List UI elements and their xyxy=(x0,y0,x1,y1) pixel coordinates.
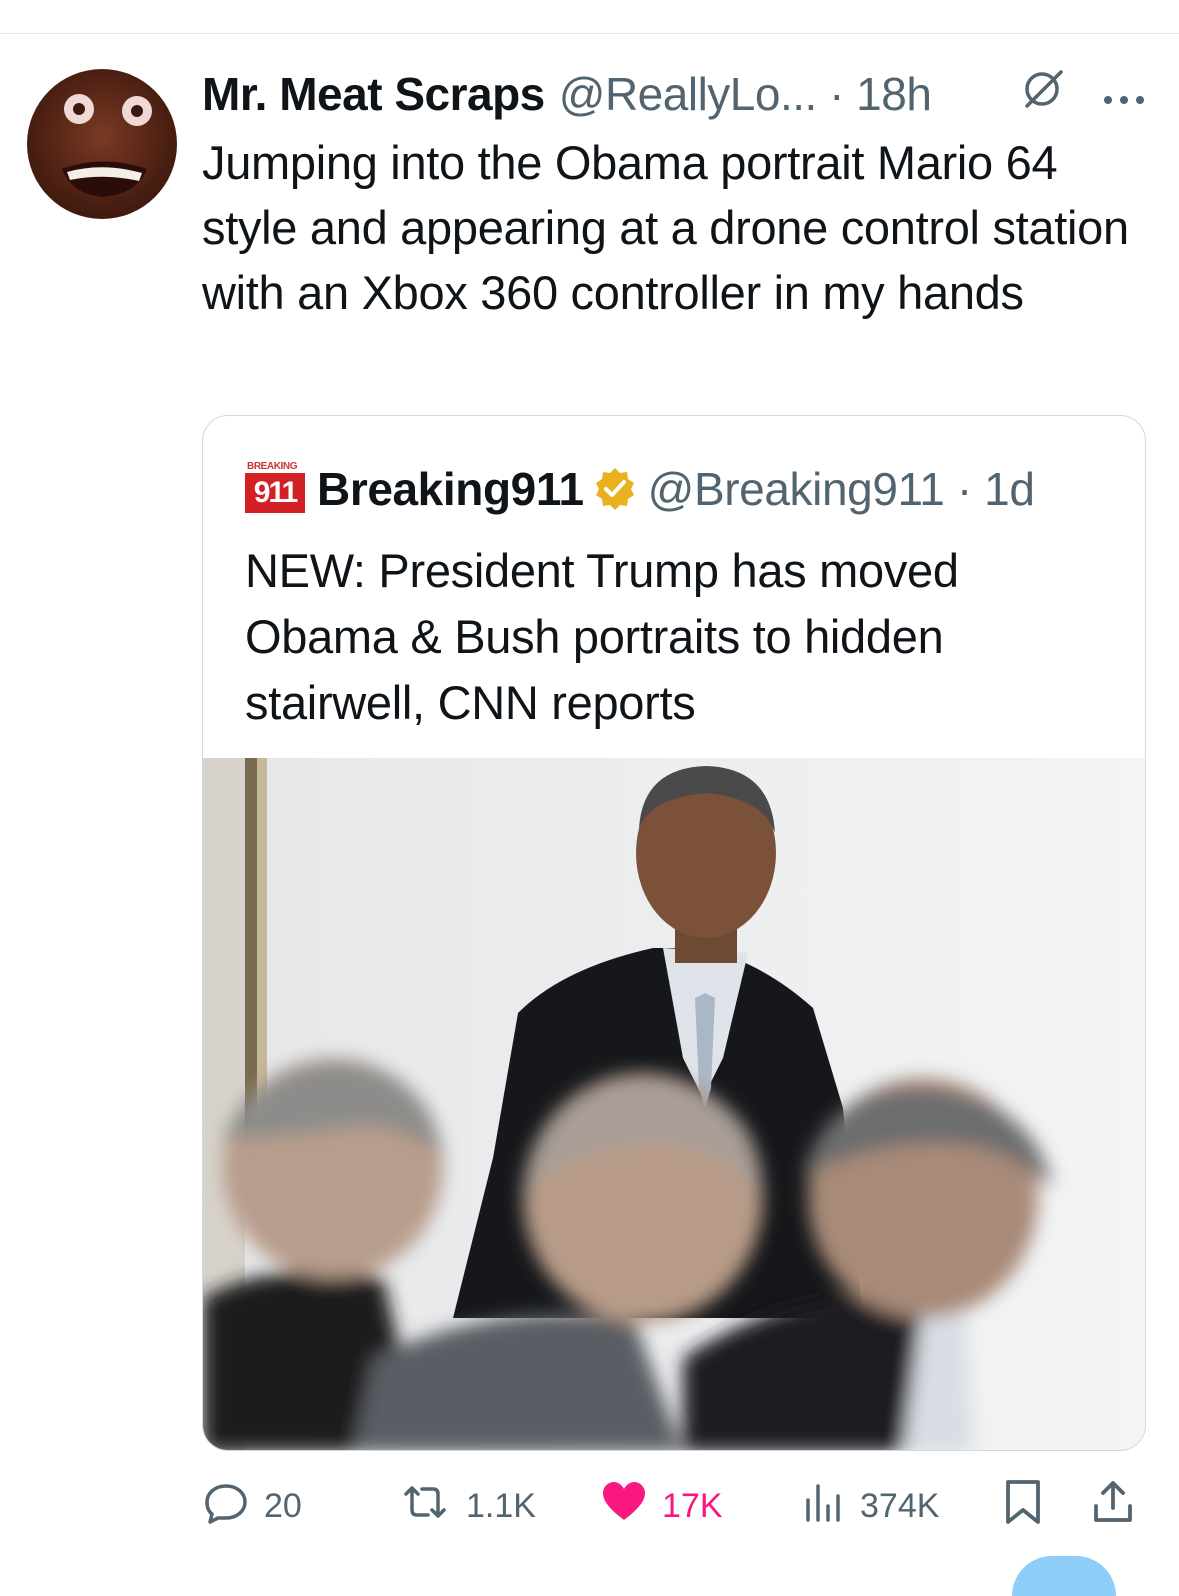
quote-author-handle-time[interactable]: @Breaking911 · 1d xyxy=(648,462,1035,516)
reply-icon xyxy=(202,1478,250,1535)
repost-button[interactable]: 1.1K xyxy=(398,1478,536,1534)
repost-icon xyxy=(398,1478,452,1535)
floating-compose-button[interactable] xyxy=(1012,1556,1116,1596)
author-avatar[interactable] xyxy=(27,69,177,219)
like-count: 17K xyxy=(662,1486,723,1525)
bookmark-icon xyxy=(1002,1478,1044,1535)
tweet-actions-bar: 20 1.1K 17K 374K xyxy=(202,1478,1147,1534)
more-icon[interactable] xyxy=(1101,67,1147,121)
views-button[interactable]: 374K xyxy=(802,1478,939,1534)
tweet-text: Jumping into the Obama portrait Mario 64… xyxy=(202,136,1129,319)
tweet-header: Mr. Meat Scraps @ReallyLo... · 18h xyxy=(202,64,1147,124)
share-icon xyxy=(1090,1478,1136,1535)
author-handle-time[interactable]: @ReallyLo... · 18h xyxy=(559,67,932,121)
verified-badge-icon xyxy=(592,466,638,512)
grok-icon[interactable] xyxy=(1021,66,1067,123)
views-icon xyxy=(802,1478,846,1535)
quote-photo[interactable] xyxy=(203,758,1145,1450)
reply-count: 20 xyxy=(264,1486,302,1525)
quoted-tweet-card[interactable]: BREAKING 911 Breaking911 @Breaking911 · … xyxy=(202,415,1146,1451)
bookmark-button[interactable] xyxy=(1002,1478,1044,1534)
like-button[interactable]: 17K xyxy=(600,1478,723,1534)
repost-count: 1.1K xyxy=(466,1486,536,1525)
heart-icon xyxy=(600,1478,648,1535)
top-divider xyxy=(0,33,1179,34)
share-button[interactable] xyxy=(1090,1478,1136,1534)
quote-text: NEW: President Trump has moved Obama & B… xyxy=(245,544,959,729)
quote-header: BREAKING 911 Breaking911 @Breaking911 · … xyxy=(245,459,1035,519)
reply-button[interactable]: 20 xyxy=(202,1478,302,1534)
quote-author-name[interactable]: Breaking911 xyxy=(317,462,584,516)
author-name[interactable]: Mr. Meat Scraps xyxy=(202,67,545,121)
quote-avatar-number: 911 xyxy=(245,473,305,513)
views-count: 374K xyxy=(860,1486,940,1525)
quote-avatar[interactable]: BREAKING 911 xyxy=(245,459,305,519)
quote-avatar-label: BREAKING xyxy=(247,461,298,472)
